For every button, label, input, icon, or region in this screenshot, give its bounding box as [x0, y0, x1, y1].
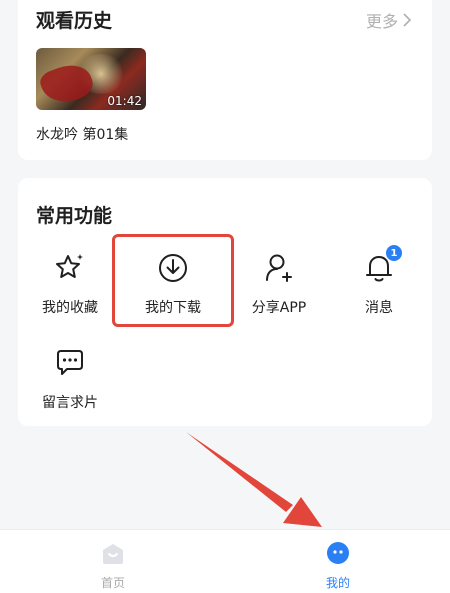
highlight-box	[112, 234, 234, 327]
section-title-history: 观看历史	[36, 10, 113, 32]
chat-bubble-icon	[53, 346, 87, 380]
section-title-functions: 常用功能	[36, 205, 113, 227]
tab-mine-label: 我的	[325, 576, 350, 590]
unread-badge: 1	[386, 245, 402, 261]
my-favorites-label: 我的收藏	[42, 300, 98, 316]
video-title[interactable]: 水龙吟 第01集	[36, 124, 128, 144]
share-user-icon	[262, 251, 296, 285]
messages-label: 消息	[365, 300, 393, 316]
more-link[interactable]: 更多	[366, 8, 412, 32]
video-thumbnail[interactable]: 01:42	[36, 48, 146, 110]
tab-home[interactable]: 首页	[53, 530, 173, 593]
bell-icon: 1	[362, 245, 402, 285]
my-favorites-button[interactable]: 我的收藏	[25, 243, 115, 323]
bottom-tab-bar: 首页 我的	[0, 529, 450, 593]
messages-button[interactable]: 1 消息	[334, 243, 424, 323]
share-app-label: 分享APP	[251, 300, 307, 316]
share-app-button[interactable]: 分享APP	[234, 243, 324, 323]
profile-page: 观看历史 更多 01:42 水龙吟 第01集 常用功能 我的收藏 我的下载 分享…	[0, 0, 450, 593]
video-duration: 01:42	[107, 94, 142, 108]
star-icon	[53, 251, 87, 285]
chevron-right-icon	[403, 13, 412, 27]
home-icon	[100, 540, 126, 566]
tab-home-label: 首页	[100, 576, 125, 590]
request-video-button[interactable]: 留言求片	[25, 338, 115, 418]
profile-icon	[325, 540, 351, 566]
tab-mine[interactable]: 我的	[278, 530, 398, 593]
request-video-label: 留言求片	[42, 395, 98, 411]
watch-history-card: 观看历史 更多 01:42 水龙吟 第01集	[18, 0, 432, 160]
more-label: 更多	[365, 12, 398, 31]
